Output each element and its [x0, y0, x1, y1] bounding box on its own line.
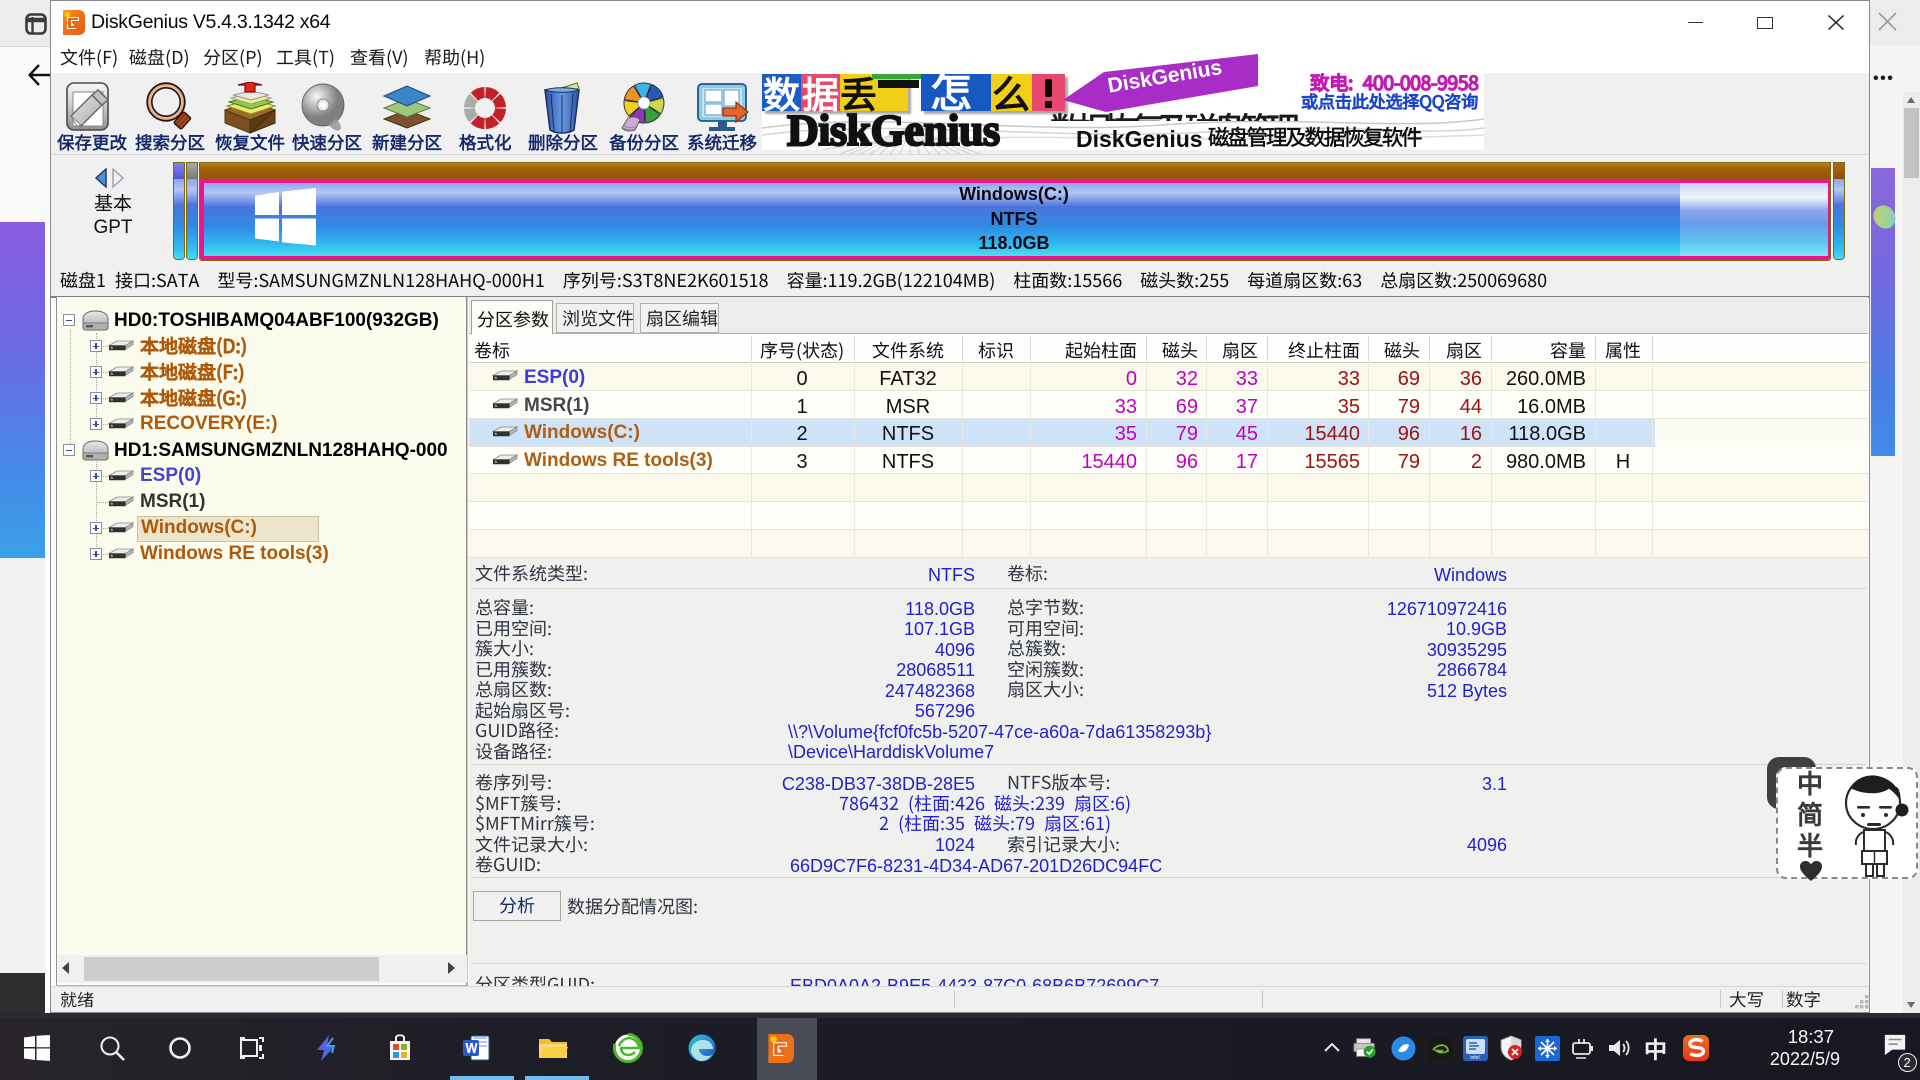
svg-text:intel: intel	[1470, 1055, 1479, 1061]
